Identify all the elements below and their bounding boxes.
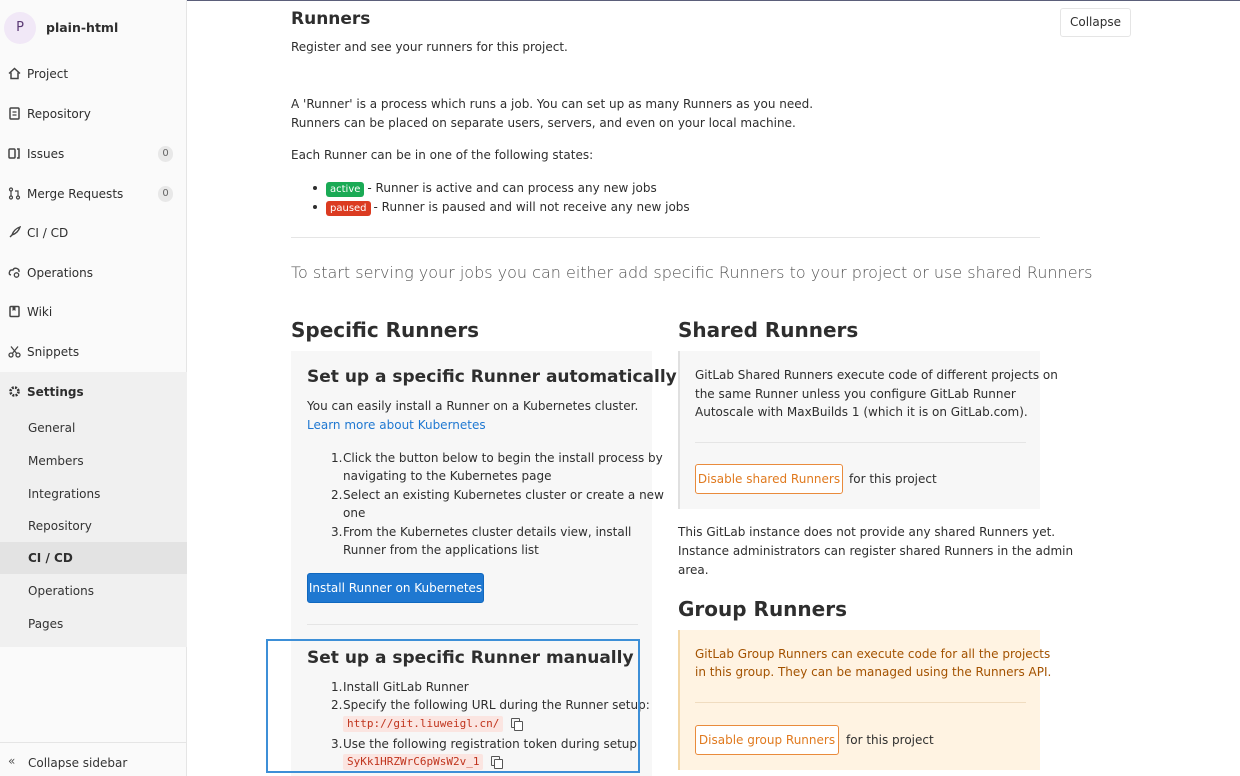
project-avatar: P <box>4 12 36 44</box>
shared-runners-heading: Shared Runners <box>678 318 859 342</box>
group-desc-line-2: in this group. They can be managed using… <box>695 665 1052 679</box>
sidebar-item-label: Wiki <box>27 305 53 319</box>
state-active-row: active - Runner is active and can process… <box>326 179 657 198</box>
step-number: 3. <box>331 525 343 539</box>
step-3-line-2: Runner from the applications list <box>343 543 539 557</box>
group-for-project-label: for this project <box>846 733 934 747</box>
state-paused-row: paused - Runner is paused and will not re… <box>326 198 690 217</box>
settings-sub-label: Members <box>28 454 84 468</box>
no-shared-line-3: area. <box>678 563 709 577</box>
step-2-line-1: Select an existing Kubernetes cluster or… <box>343 488 664 502</box>
sidebar-item-label: Repository <box>27 107 91 121</box>
page-subtitle: Register and see your runners for this p… <box>291 40 568 54</box>
sidebar-item-wiki[interactable]: Wiki <box>0 295 187 329</box>
disable-shared-runners-button[interactable]: Disable shared Runners <box>695 464 843 494</box>
project-name[interactable]: plain-html <box>46 20 118 35</box>
sidebar-item-ci-cd[interactable]: CI / CD <box>0 216 187 250</box>
sidebar-item-settings[interactable]: Settings <box>0 375 187 409</box>
settings-section: Settings General Members Integrations Re… <box>0 372 187 647</box>
learn-kubernetes-link[interactable]: Learn more about Kubernetes <box>307 416 486 435</box>
settings-sub-pages[interactable]: Pages <box>0 608 187 640</box>
install-runner-kubernetes-button[interactable]: Install Runner on Kubernetes <box>307 573 484 603</box>
doc-icon <box>7 107 21 121</box>
disable-group-runners-button[interactable]: Disable group Runners <box>695 725 839 755</box>
sidebar-item-project[interactable]: Project <box>0 57 187 91</box>
step-3-line-1: From the Kubernetes cluster details view… <box>343 525 632 539</box>
double-chevron-left-icon: « <box>8 754 16 768</box>
divider <box>307 624 638 625</box>
group-desc-line-1: GitLab Group Runners can execute code fo… <box>695 647 1051 661</box>
sidebar-item-snippets[interactable]: Snippets <box>0 335 187 369</box>
step-number: 1. <box>331 451 343 465</box>
auto-setup-heading: Set up a specific Runner automatically <box>307 367 677 387</box>
settings-sub-label: Pages <box>28 617 64 631</box>
merge-request-icon <box>7 187 21 201</box>
auto-setup-desc: You can easily install a Runner on a Kub… <box>307 399 639 413</box>
settings-sub-label: CI / CD <box>28 551 73 565</box>
no-shared-line-2: Instance administrators can register sha… <box>678 544 1074 558</box>
status-badge-paused: paused <box>326 201 371 216</box>
list-bullet <box>313 205 317 209</box>
sidebar-item-label: Project <box>27 67 69 81</box>
step-number: 2. <box>331 488 343 502</box>
divider <box>291 237 1040 238</box>
page-title: Runners <box>291 9 371 29</box>
settings-sub-integrations[interactable]: Integrations <box>0 478 187 510</box>
sidebar-item-label: Operations <box>27 266 93 280</box>
issues-icon <box>7 147 21 161</box>
settings-sub-ci-cd[interactable]: CI / CD <box>0 542 187 574</box>
intro-line-2: Runners can be placed on separate users,… <box>291 116 796 130</box>
merge-requests-count-badge: 0 <box>158 186 173 202</box>
rocket-icon <box>7 225 21 240</box>
sidebar-item-label: Settings <box>27 385 84 399</box>
state-paused-desc: - Runner is paused and will not receive … <box>373 200 690 214</box>
sidebar-item-operations[interactable]: Operations <box>0 256 187 290</box>
settings-sub-label: Integrations <box>28 487 101 501</box>
sidebar-item-issues[interactable]: Issues 0 <box>0 137 187 171</box>
specific-runners-heading: Specific Runners <box>291 318 480 342</box>
book-icon <box>7 305 21 319</box>
sidebar-item-merge-requests[interactable]: Merge Requests 0 <box>0 177 187 211</box>
shared-desc-line-1: GitLab Shared Runners execute code of di… <box>695 368 1058 382</box>
cloud-gear-icon <box>7 266 21 280</box>
issues-count-badge: 0 <box>158 146 173 162</box>
no-shared-line-1: This GitLab instance does not provide an… <box>678 525 1056 539</box>
collapse-sidebar-button[interactable]: « Collapse sidebar <box>0 742 187 776</box>
step-2-line-2: one <box>343 506 366 520</box>
list-bullet <box>313 186 317 190</box>
settings-sub-general[interactable]: General <box>0 412 187 444</box>
status-badge-active: active <box>326 182 365 197</box>
sidebar-item-label: Issues <box>27 147 65 161</box>
shared-desc-line-2: the same Runner unless you configure Git… <box>695 387 1016 401</box>
intro-line-1: A 'Runner' is a process which runs a job… <box>291 97 814 111</box>
project-header[interactable]: P plain-html <box>0 10 187 46</box>
sidebar-item-label: CI / CD <box>27 226 69 240</box>
state-active-desc: - Runner is active and can process any n… <box>367 181 657 195</box>
settings-sub-label: Repository <box>28 519 92 533</box>
sidebar-item-repository[interactable]: Repository <box>0 97 187 131</box>
divider <box>695 442 1026 443</box>
highlight-box <box>266 639 640 773</box>
divider <box>695 702 1026 703</box>
settings-sub-operations[interactable]: Operations <box>0 575 187 607</box>
settings-sub-label: General <box>28 421 76 435</box>
shared-for-project-label: for this project <box>849 472 937 486</box>
group-runners-heading: Group Runners <box>678 597 847 621</box>
collapse-button[interactable]: Collapse <box>1060 8 1131 37</box>
sidebar-item-label: Snippets <box>27 345 80 359</box>
lead-text: To start serving your jobs you can eithe… <box>291 263 1093 282</box>
step-1-line-1: Click the button below to begin the inst… <box>343 451 663 465</box>
scissors-icon <box>7 345 21 359</box>
step-1-line-2: navigating to the Kubernetes page <box>343 469 552 483</box>
home-icon <box>7 67 21 81</box>
settings-sub-label: Operations <box>28 584 94 598</box>
settings-sub-repository[interactable]: Repository <box>0 510 187 542</box>
shared-desc-line-3: Autoscale with MaxBuilds 1 (which it is … <box>695 405 1028 419</box>
sidebar: P plain-html Project Repository Issues 0… <box>0 0 187 776</box>
sidebar-item-label: Merge Requests <box>27 187 124 201</box>
gear-icon <box>7 385 21 399</box>
collapse-sidebar-label: Collapse sidebar <box>28 756 128 770</box>
states-intro: Each Runner can be in one of the followi… <box>291 148 594 162</box>
settings-sub-members[interactable]: Members <box>0 445 187 477</box>
